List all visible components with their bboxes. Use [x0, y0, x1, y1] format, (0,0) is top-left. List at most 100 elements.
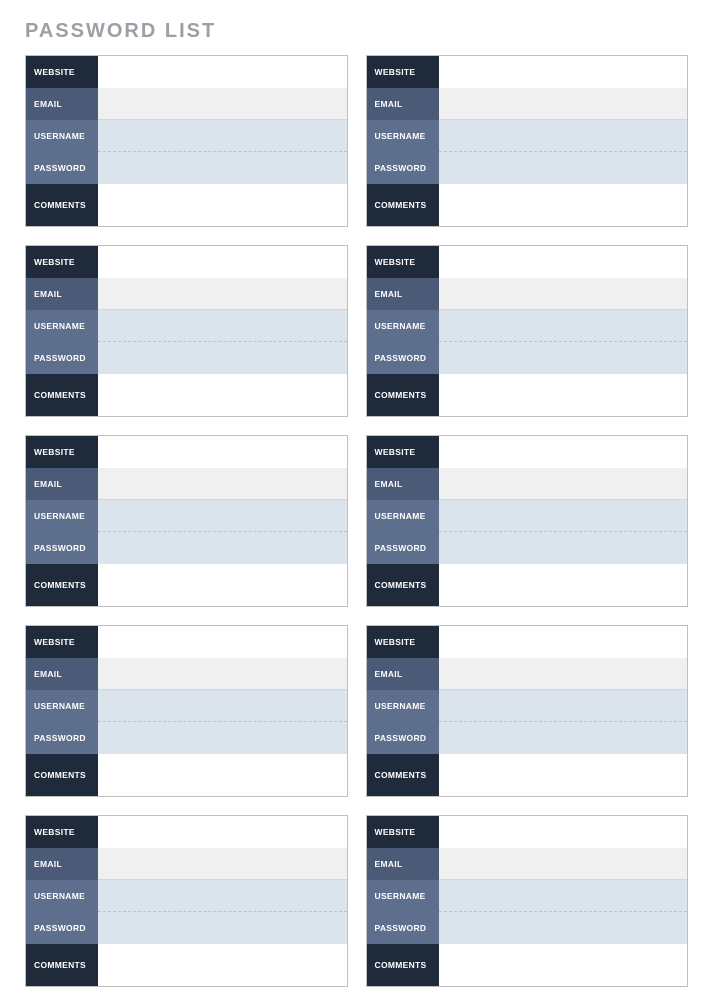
comments-row: COMMENTS [26, 754, 347, 796]
password-value [98, 532, 347, 564]
website-label: WEBSITE [367, 246, 439, 278]
password-label: PASSWORD [367, 152, 439, 184]
comments-label: COMMENTS [367, 754, 439, 796]
password-card: WEBSITEEMAILUSERNAMEPASSWORDCOMMENTS [366, 815, 689, 987]
email-value [98, 278, 347, 310]
email-label: EMAIL [367, 848, 439, 880]
website-row: WEBSITE [367, 56, 688, 88]
password-value [439, 342, 688, 374]
website-row: WEBSITE [367, 816, 688, 848]
password-row: PASSWORD [26, 342, 347, 374]
password-cards-grid: WEBSITEEMAILUSERNAMEPASSWORDCOMMENTSWEBS… [25, 55, 688, 987]
password-row: PASSWORD [367, 912, 688, 944]
password-value [439, 722, 688, 754]
password-row: PASSWORD [26, 152, 347, 184]
email-value [439, 468, 688, 500]
password-card: WEBSITEEMAILUSERNAMEPASSWORDCOMMENTS [25, 245, 348, 417]
username-label: USERNAME [26, 690, 98, 722]
email-value [98, 658, 347, 690]
comments-row: COMMENTS [367, 944, 688, 986]
website-row: WEBSITE [367, 246, 688, 278]
email-label: EMAIL [26, 848, 98, 880]
email-row: EMAIL [26, 278, 347, 310]
comments-value [98, 564, 347, 606]
website-value [98, 816, 347, 848]
password-card: WEBSITEEMAILUSERNAMEPASSWORDCOMMENTS [366, 55, 689, 227]
password-label: PASSWORD [26, 722, 98, 754]
comments-row: COMMENTS [367, 184, 688, 226]
password-label: PASSWORD [367, 722, 439, 754]
website-value [439, 246, 688, 278]
username-label: USERNAME [367, 500, 439, 532]
password-label: PASSWORD [367, 532, 439, 564]
email-row: EMAIL [26, 848, 347, 880]
username-label: USERNAME [367, 310, 439, 342]
username-label: USERNAME [367, 120, 439, 152]
username-value [439, 880, 688, 912]
email-value [98, 468, 347, 500]
comments-label: COMMENTS [26, 184, 98, 226]
website-label: WEBSITE [26, 816, 98, 848]
password-card: WEBSITEEMAILUSERNAMEPASSWORDCOMMENTS [366, 625, 689, 797]
username-row: USERNAME [367, 500, 688, 532]
email-row: EMAIL [26, 88, 347, 120]
comments-row: COMMENTS [367, 564, 688, 606]
password-label: PASSWORD [26, 912, 98, 944]
website-label: WEBSITE [26, 626, 98, 658]
email-row: EMAIL [367, 278, 688, 310]
email-label: EMAIL [367, 88, 439, 120]
website-row: WEBSITE [26, 56, 347, 88]
username-value [439, 690, 688, 722]
comments-row: COMMENTS [26, 564, 347, 606]
email-row: EMAIL [26, 468, 347, 500]
website-value [98, 56, 347, 88]
password-value [98, 152, 347, 184]
password-label: PASSWORD [367, 912, 439, 944]
username-row: USERNAME [26, 500, 347, 532]
comments-label: COMMENTS [367, 374, 439, 416]
password-card: WEBSITEEMAILUSERNAMEPASSWORDCOMMENTS [25, 625, 348, 797]
comments-value [439, 944, 688, 986]
website-label: WEBSITE [367, 816, 439, 848]
email-row: EMAIL [367, 848, 688, 880]
username-value [439, 310, 688, 342]
username-value [439, 120, 688, 152]
password-value [439, 532, 688, 564]
password-card: WEBSITEEMAILUSERNAMEPASSWORDCOMMENTS [366, 245, 689, 417]
password-label: PASSWORD [26, 342, 98, 374]
password-value [439, 152, 688, 184]
comments-value [439, 184, 688, 226]
email-label: EMAIL [26, 468, 98, 500]
username-row: USERNAME [26, 880, 347, 912]
password-row: PASSWORD [26, 722, 347, 754]
website-value [98, 436, 347, 468]
password-card: WEBSITEEMAILUSERNAMEPASSWORDCOMMENTS [25, 815, 348, 987]
comments-value [98, 184, 347, 226]
website-row: WEBSITE [26, 816, 347, 848]
comments-label: COMMENTS [26, 374, 98, 416]
email-row: EMAIL [26, 658, 347, 690]
username-value [98, 500, 347, 532]
username-label: USERNAME [367, 880, 439, 912]
username-label: USERNAME [26, 500, 98, 532]
website-value [98, 246, 347, 278]
username-row: USERNAME [26, 120, 347, 152]
username-value [98, 880, 347, 912]
comments-label: COMMENTS [367, 184, 439, 226]
password-row: PASSWORD [26, 532, 347, 564]
username-row: USERNAME [26, 310, 347, 342]
username-label: USERNAME [26, 120, 98, 152]
website-value [439, 626, 688, 658]
comments-row: COMMENTS [26, 374, 347, 416]
username-row: USERNAME [367, 310, 688, 342]
comments-value [439, 564, 688, 606]
comments-row: COMMENTS [367, 754, 688, 796]
password-value [98, 342, 347, 374]
username-row: USERNAME [367, 120, 688, 152]
page-title: PASSWORD LIST [25, 20, 688, 43]
username-value [439, 500, 688, 532]
password-label: PASSWORD [26, 532, 98, 564]
comments-label: COMMENTS [26, 754, 98, 796]
comments-label: COMMENTS [26, 944, 98, 986]
comments-row: COMMENTS [367, 374, 688, 416]
